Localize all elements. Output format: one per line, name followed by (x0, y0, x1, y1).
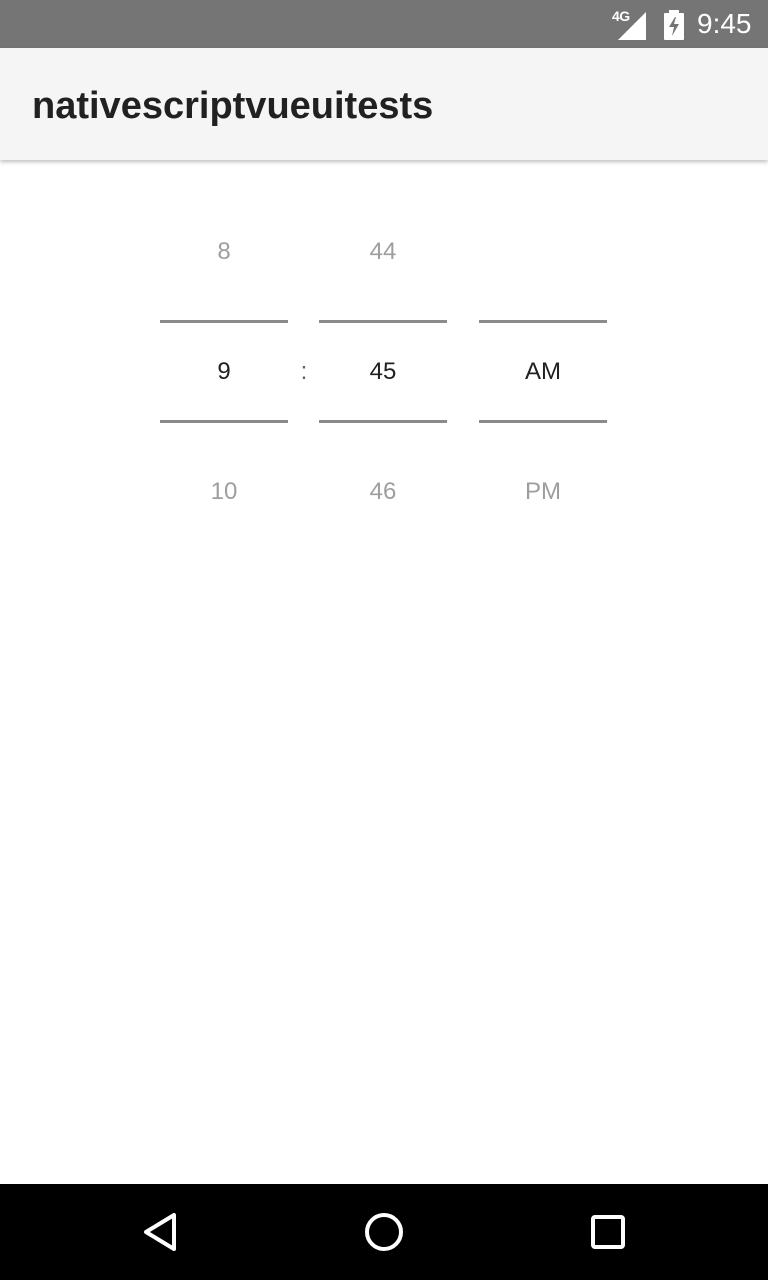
ampm-current[interactable]: AM (479, 357, 607, 387)
hour-prev[interactable]: 8 (160, 237, 288, 267)
recents-icon (591, 1215, 625, 1249)
hour-divider-top (160, 320, 288, 323)
app-title: nativescriptvueuitests (32, 85, 434, 127)
navigation-bar (0, 1184, 768, 1280)
back-button[interactable] (136, 1208, 184, 1256)
action-bar: nativescriptvueuitests (0, 48, 768, 160)
minute-picker[interactable]: 44 45 46 (319, 200, 447, 540)
status-bar: 4G 9:45 (0, 0, 768, 48)
ampm-divider-top (479, 320, 607, 323)
minute-current[interactable]: 45 (319, 357, 447, 387)
minute-next[interactable]: 46 (319, 477, 447, 507)
ampm-next[interactable]: PM (479, 477, 607, 507)
minute-prev[interactable]: 44 (319, 237, 447, 267)
hour-divider-bottom (160, 420, 288, 423)
home-icon (365, 1213, 403, 1251)
hour-next[interactable]: 10 (160, 477, 288, 507)
minute-divider-top (319, 320, 447, 323)
ampm-divider-bottom (479, 420, 607, 423)
hour-picker[interactable]: 8 9 10 (160, 200, 288, 540)
time-separator: : (300, 358, 308, 385)
minute-divider-bottom (319, 420, 447, 423)
ampm-picker[interactable]: AM PM (479, 200, 607, 540)
battery-charging-icon (664, 10, 684, 40)
signal-icon (618, 12, 646, 40)
recents-button[interactable] (584, 1208, 632, 1256)
back-icon (144, 1213, 176, 1251)
hour-current[interactable]: 9 (160, 357, 288, 387)
home-button[interactable] (360, 1208, 408, 1256)
status-time: 9:45 (697, 8, 752, 39)
